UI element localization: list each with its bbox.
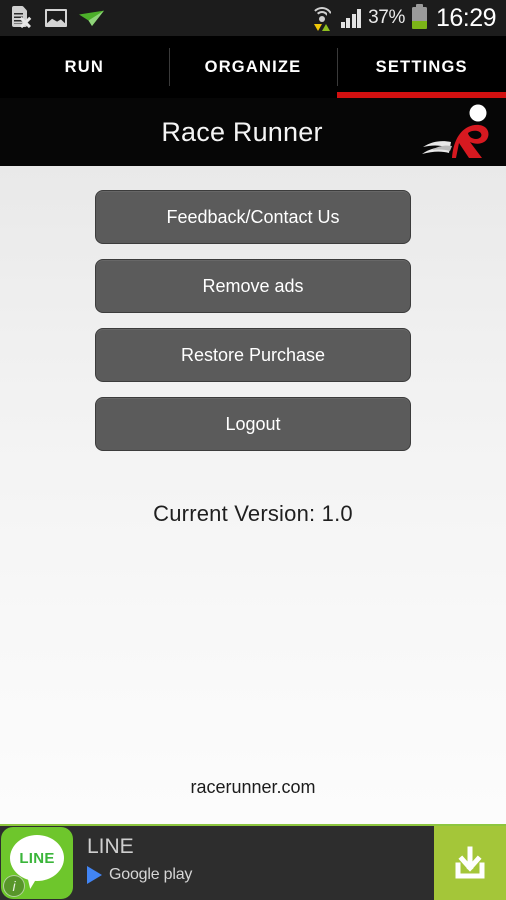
gallery-image-icon	[45, 9, 67, 27]
ad-banner[interactable]: LINE i LINE Google play	[0, 826, 506, 900]
tab-run-label: RUN	[64, 57, 105, 76]
ad-title: LINE	[87, 835, 134, 858]
logout-button[interactable]: Logout	[95, 397, 411, 451]
tab-settings[interactable]: SETTINGS	[337, 36, 506, 98]
paper-plane-icon	[79, 10, 104, 26]
ad-text-block: LINE Google play	[73, 826, 434, 900]
website-label: racerunner.com	[190, 777, 316, 797]
google-play-icon	[87, 866, 102, 884]
line-icon-label: LINE	[19, 849, 55, 867]
phone-screen: 37% 16:29 RUN ORGANIZE SETTINGS Race Run…	[0, 0, 506, 900]
ad-store-row: Google play	[87, 866, 434, 884]
tab-organize-label: ORGANIZE	[204, 57, 302, 76]
app-title-bar: Race Runner	[0, 98, 506, 166]
status-bar-clock: 16:29	[435, 3, 497, 32]
current-version-label: Current Version: 1.0	[153, 501, 353, 526]
settings-content: Feedback/Contact Us Remove ads Restore P…	[0, 166, 506, 826]
status-bar-right-icons: 37% 16:29	[310, 3, 497, 33]
cellular-signal-icon	[340, 8, 362, 28]
page-title: Race Runner	[161, 116, 323, 147]
remove-ads-button[interactable]: Remove ads	[95, 259, 411, 313]
restore-purchase-button[interactable]: Restore Purchase	[95, 328, 411, 382]
line-app-icon[interactable]: LINE i	[1, 827, 73, 899]
tab-run[interactable]: RUN	[0, 36, 169, 98]
battery-icon	[411, 4, 427, 29]
feedback-contact-button[interactable]: Feedback/Contact Us	[95, 190, 411, 244]
google-play-label: Google play	[109, 866, 193, 883]
tab-organize[interactable]: ORGANIZE	[168, 36, 338, 98]
ad-info-icon[interactable]: i	[3, 875, 25, 897]
status-bar: 37% 16:29	[0, 0, 506, 36]
download-icon	[455, 846, 485, 879]
race-runner-logo	[412, 104, 498, 160]
ad-download-button[interactable]	[434, 826, 506, 900]
wifi-transfer-icon	[310, 6, 334, 31]
tab-bar: RUN ORGANIZE SETTINGS	[0, 36, 506, 98]
status-bar-left-icons	[12, 6, 104, 30]
sim-card-error-icon	[12, 6, 33, 30]
battery-percent-label: 37%	[368, 7, 405, 28]
tab-settings-label: SETTINGS	[375, 57, 468, 76]
